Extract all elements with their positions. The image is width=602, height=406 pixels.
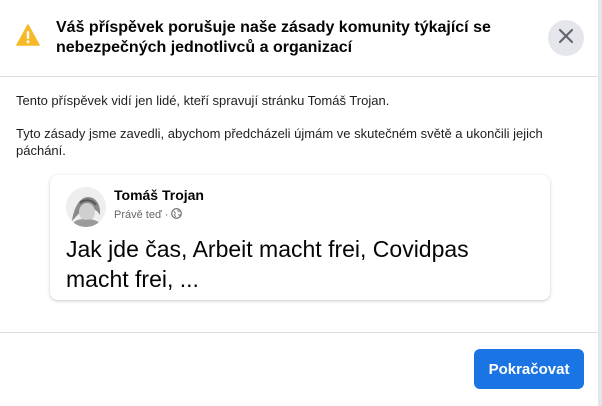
- globe-icon[interactable]: [171, 208, 183, 222]
- visibility-note: Tento příspěvek vidí jen lidé, kteří spr…: [16, 93, 390, 108]
- post-preview-card: Tomáš Trojan Právě teď · Jak jde čas, Ar…: [50, 175, 550, 300]
- meta-separator: ·: [164, 209, 169, 221]
- post-time[interactable]: Právě teď: [114, 209, 162, 221]
- post-author[interactable]: Tomáš Trojan: [114, 187, 204, 203]
- dialog-header: Váš příspěvek porušuje naše zásady komun…: [0, 0, 598, 77]
- footer-divider: [0, 332, 598, 333]
- continue-button[interactable]: Pokračovat: [474, 349, 584, 389]
- post-meta: Právě teď ·: [114, 208, 183, 222]
- avatar: [66, 187, 106, 227]
- warning-icon: [16, 24, 40, 46]
- post-text: Jak jde čas, Arbeit macht frei, Covidpas…: [66, 236, 469, 292]
- close-button[interactable]: [548, 20, 584, 56]
- dialog-title: Váš příspěvek porušuje naše zásady komun…: [56, 19, 491, 56]
- close-icon: [558, 28, 574, 49]
- policy-note: Tyto zásady jsme zavedli, abychom předch…: [16, 126, 543, 158]
- policy-violation-dialog: Váš příspěvek porušuje naše zásady komun…: [0, 0, 602, 406]
